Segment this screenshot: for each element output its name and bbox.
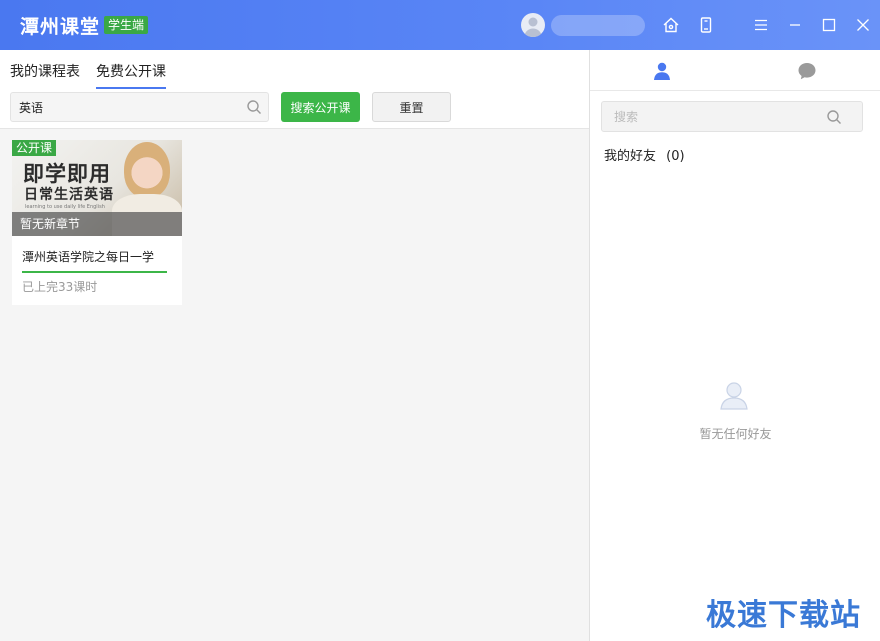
close-icon[interactable] xyxy=(853,15,873,35)
friends-count: (0) xyxy=(666,149,685,164)
title-bar: 潭州课堂 学生端 xyxy=(0,0,880,50)
course-search[interactable] xyxy=(10,92,269,122)
tab-free-open-courses[interactable]: 免费公开课 xyxy=(96,61,166,89)
minimize-icon[interactable] xyxy=(785,15,805,35)
menu-icon[interactable] xyxy=(751,15,771,35)
app-brand: 潭州课堂 学生端 xyxy=(20,11,149,39)
course-title[interactable]: 潭州英语学院之每日一学 xyxy=(22,248,167,273)
course-toolbar: 我的课程表 免费公开课 搜索公开课 重置 xyxy=(0,50,589,129)
course-panel: 我的课程表 免费公开课 搜索公开课 重置 即学即用 日常生活英语 learnin… xyxy=(0,50,589,641)
my-friends-label[interactable]: 我的好友 (0) xyxy=(604,145,685,164)
tab-my-schedule[interactable]: 我的课程表 xyxy=(10,61,80,87)
my-friends-text: 我的好友 xyxy=(604,149,657,164)
app-tag: 学生端 xyxy=(104,16,149,34)
app-name: 潭州课堂 xyxy=(20,15,101,38)
watermark: 极速下载站 xyxy=(706,598,861,633)
search-open-courses-button[interactable]: 搜索公开课 xyxy=(281,92,360,122)
friends-tabs xyxy=(590,50,880,91)
friend-search-input[interactable] xyxy=(614,109,814,125)
search-icon[interactable] xyxy=(246,99,262,119)
maximize-icon[interactable] xyxy=(819,15,839,35)
empty-friends-text: 暂无任何好友 xyxy=(699,427,772,441)
empty-friends-icon xyxy=(717,378,751,416)
course-progress: 已上完33课时 xyxy=(22,280,98,294)
username-field[interactable] xyxy=(551,15,645,36)
phone-icon[interactable] xyxy=(696,15,716,35)
chat-icon[interactable] xyxy=(796,60,818,82)
course-thumbnail: 即学即用 日常生活英语 learning to use daily life E… xyxy=(12,140,182,236)
user-avatar[interactable] xyxy=(521,13,545,37)
friends-panel: 我的好友 (0) 暂无任何好友 xyxy=(589,50,880,641)
home-icon[interactable] xyxy=(661,15,681,35)
thumbnail-photo xyxy=(124,142,170,198)
thumbnail-subheadline: 日常生活英语 xyxy=(24,187,114,203)
search-icon[interactable] xyxy=(826,109,842,129)
course-search-input[interactable] xyxy=(19,99,239,115)
contacts-icon[interactable] xyxy=(651,60,673,82)
open-course-badge: 公开课 xyxy=(12,140,57,156)
thumbnail-caption: learning to use daily life English xyxy=(25,204,105,210)
course-card[interactable]: 即学即用 日常生活英语 learning to use daily life E… xyxy=(12,140,182,305)
reset-button[interactable]: 重置 xyxy=(372,92,451,122)
no-new-chapter-overlay: 暂无新章节 xyxy=(12,212,182,236)
friend-search[interactable] xyxy=(601,101,863,132)
